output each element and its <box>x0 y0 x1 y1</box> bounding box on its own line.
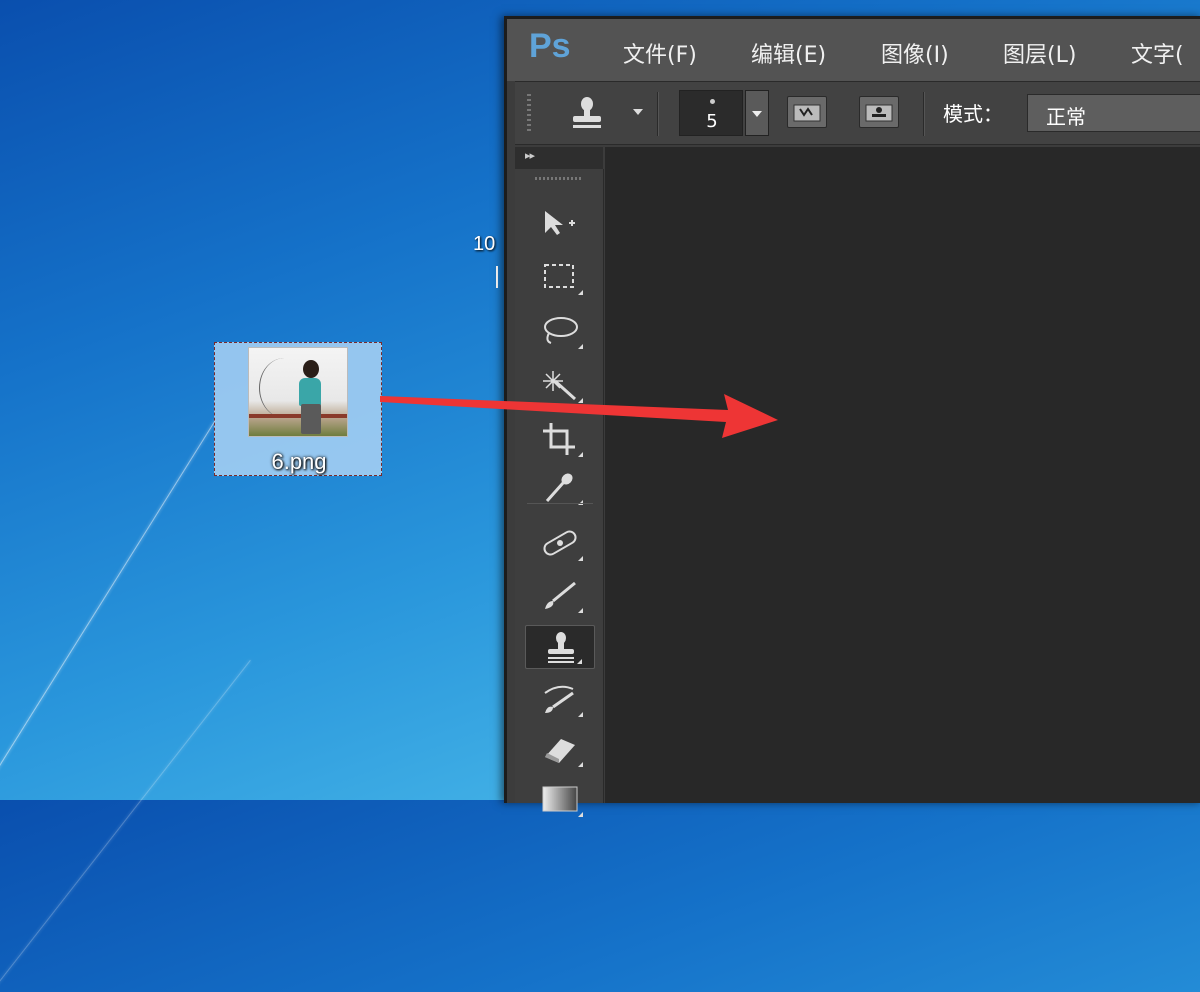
brush-picker[interactable]: 5 <box>679 90 743 136</box>
history-brush-icon <box>544 685 574 713</box>
desktop-clock-fragment-line <box>496 266 498 288</box>
magic-wand-tool[interactable] <box>525 363 595 407</box>
menu-type[interactable]: 文字( <box>1131 37 1184 69</box>
tool-preset-dropdown-icon[interactable] <box>633 109 643 115</box>
mode-select[interactable]: 正常 <box>1027 94 1200 132</box>
menu-bar: Ps 文件(F) 编辑(E) 图像(I) 图层(L) 文字( <box>507 19 1200 81</box>
mode-label: 模式： <box>943 102 1003 126</box>
toolbox-header[interactable]: ▸▸ <box>515 147 603 169</box>
brush-tip-icon <box>710 99 715 104</box>
brush-size-value: 5 <box>706 111 718 132</box>
move-icon <box>545 211 575 235</box>
eraser-tool[interactable] <box>525 727 595 771</box>
brush-picker-dropdown-button[interactable] <box>745 90 769 136</box>
brush-tool[interactable] <box>525 573 595 617</box>
stamp-icon <box>548 632 574 663</box>
move-tool[interactable] <box>525 201 595 245</box>
gradient-tool[interactable] <box>525 777 595 821</box>
expand-panel-icon[interactable]: ▸▸ <box>525 149 535 162</box>
crop-icon <box>543 423 575 455</box>
eraser-icon <box>545 739 575 763</box>
file-name-label: 6.png <box>271 449 327 474</box>
menu-image[interactable]: 图像(I) <box>881 37 949 69</box>
options-bar-grip[interactable] <box>527 94 531 134</box>
brush-panel-toggle-button[interactable] <box>787 96 827 128</box>
bandage-icon <box>543 530 577 556</box>
history-brush-tool[interactable] <box>525 677 595 721</box>
clone-source-panel-button[interactable] <box>859 96 899 128</box>
desktop-wallpaper-streak <box>0 660 251 992</box>
marquee-tool[interactable] <box>525 255 595 299</box>
photoshop-logo: Ps <box>529 27 571 65</box>
clone-stamp-icon[interactable] <box>567 94 607 132</box>
options-bar: 5 模式： 正常 <box>515 81 1200 145</box>
file-thumbnail <box>248 347 348 437</box>
magic-wand-icon <box>543 371 577 401</box>
menu-file[interactable]: 文件(F) <box>623 37 697 69</box>
desktop-clock-fragment: 10 <box>473 233 496 255</box>
menu-layer[interactable]: 图层(L) <box>1003 37 1076 69</box>
rectangular-marquee-icon <box>544 264 574 288</box>
eyedropper-icon <box>545 473 573 502</box>
lasso-tool[interactable] <box>525 309 595 353</box>
lasso-icon <box>544 317 578 344</box>
photoshop-window: Ps 文件(F) 编辑(E) 图像(I) 图层(L) 文字( 5 模式： 正常 … <box>504 16 1200 817</box>
desktop-wallpaper-streak <box>0 420 216 777</box>
desktop-file-icon[interactable]: 6.png <box>214 342 382 476</box>
tools-panel <box>515 169 604 817</box>
paintbrush-icon <box>545 581 576 609</box>
clone-stamp-tool[interactable] <box>525 625 595 669</box>
document-canvas-area[interactable] <box>605 147 1200 803</box>
menu-edit[interactable]: 编辑(E) <box>751 37 826 69</box>
healing-brush-tool[interactable] <box>525 521 595 565</box>
crop-tool[interactable] <box>525 417 595 461</box>
gradient-icon <box>542 786 578 812</box>
